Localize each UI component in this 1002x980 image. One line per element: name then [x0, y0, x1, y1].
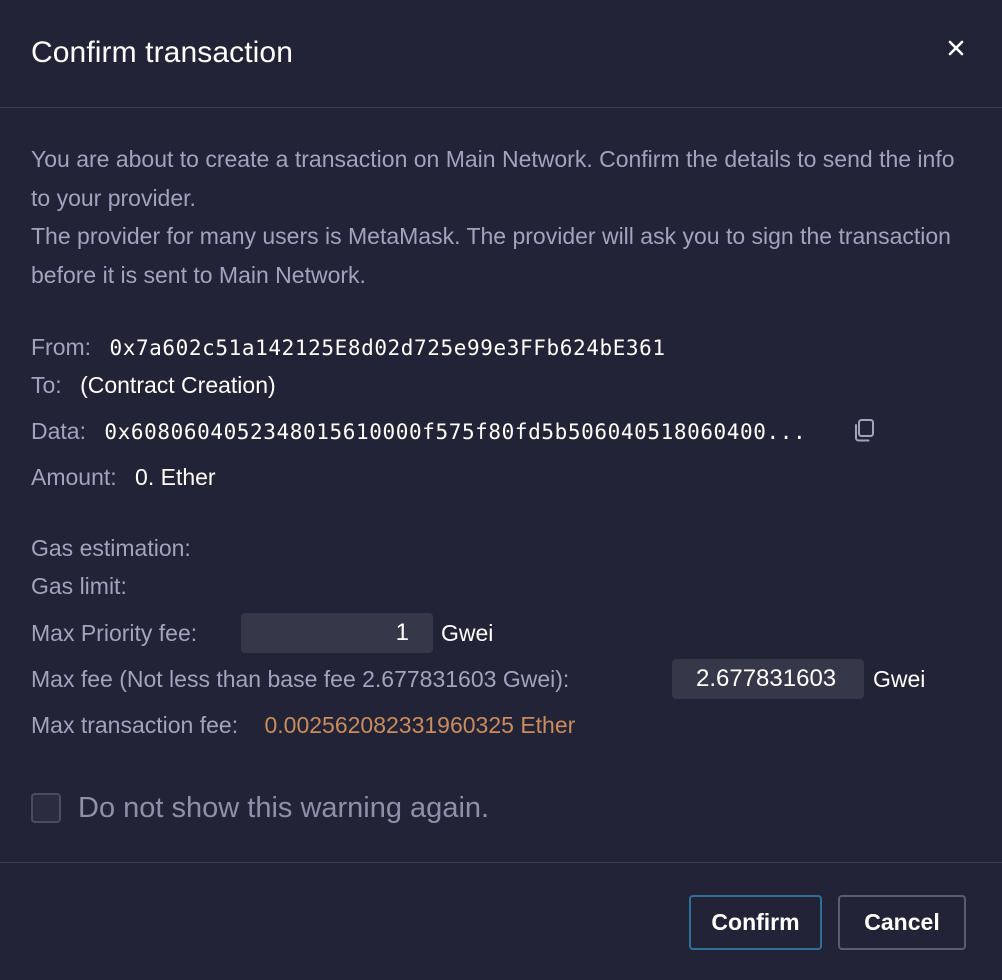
- close-icon[interactable]: [940, 32, 972, 64]
- priority-fee-unit: Gwei: [441, 620, 494, 646]
- priority-fee-row: Max Priority fee:: [31, 618, 197, 648]
- cancel-button[interactable]: Cancel: [838, 895, 966, 950]
- priority-fee-label: Max Priority fee:: [31, 620, 198, 646]
- data-row: Data: 0x6080604052348015610000f575f80fd5…: [31, 416, 806, 447]
- amount-row: Amount: 0. Ether: [31, 462, 216, 492]
- gas-limit-row: Gas limit:: [31, 571, 127, 601]
- data-label: Data:: [31, 418, 86, 444]
- max-transaction-fee-row: Max transaction fee: 0.00256208233196032…: [31, 710, 575, 740]
- intro-text: You are about to create a transaction on…: [31, 140, 976, 294]
- intro-line-2: The provider for many users is MetaMask.…: [31, 223, 951, 288]
- priority-fee-input[interactable]: [241, 613, 433, 653]
- modal-header: Confirm transaction: [0, 0, 1002, 108]
- from-row: From: 0x7a602c51a142125E8d02d725e99e3FFb…: [31, 332, 666, 363]
- warning-checkbox-label[interactable]: Do not show this warning again.: [78, 792, 489, 825]
- amount-label: Amount:: [31, 464, 117, 490]
- to-row: To: (Contract Creation): [31, 370, 276, 400]
- max-fee-label: Max fee (Not less than base fee 2.677831…: [31, 666, 570, 692]
- intro-line-1: You are about to create a transaction on…: [31, 146, 955, 211]
- data-value: 0x6080604052348015610000f575f80fd5b50604…: [104, 420, 807, 444]
- max-transaction-fee-value: 0.002562082331960325 Ether: [264, 712, 576, 738]
- confirm-button[interactable]: Confirm: [689, 895, 822, 950]
- gas-estimation-label: Gas estimation:: [31, 535, 191, 561]
- amount-value: 0. Ether: [135, 464, 216, 490]
- copy-icon[interactable]: [852, 418, 876, 444]
- gas-estimation-row: Gas estimation:: [31, 533, 191, 563]
- from-address: 0x7a602c51a142125E8d02d725e99e3FFb624bE3…: [109, 336, 666, 360]
- warning-checkbox-row: Do not show this warning again.: [31, 788, 489, 828]
- modal-title: Confirm transaction: [31, 36, 293, 69]
- to-value: (Contract Creation): [80, 372, 276, 398]
- max-fee-row: Max fee (Not less than base fee 2.677831…: [31, 664, 569, 694]
- max-fee-input[interactable]: [672, 659, 864, 699]
- warning-checkbox[interactable]: [31, 793, 61, 823]
- from-label: From:: [31, 334, 92, 360]
- gas-limit-label: Gas limit:: [31, 573, 127, 599]
- max-fee-unit: Gwei: [873, 666, 926, 692]
- max-transaction-fee-label: Max transaction fee:: [31, 712, 239, 738]
- confirm-transaction-modal: Confirm transaction You are about to cre…: [0, 0, 1002, 980]
- to-label: To:: [31, 372, 62, 398]
